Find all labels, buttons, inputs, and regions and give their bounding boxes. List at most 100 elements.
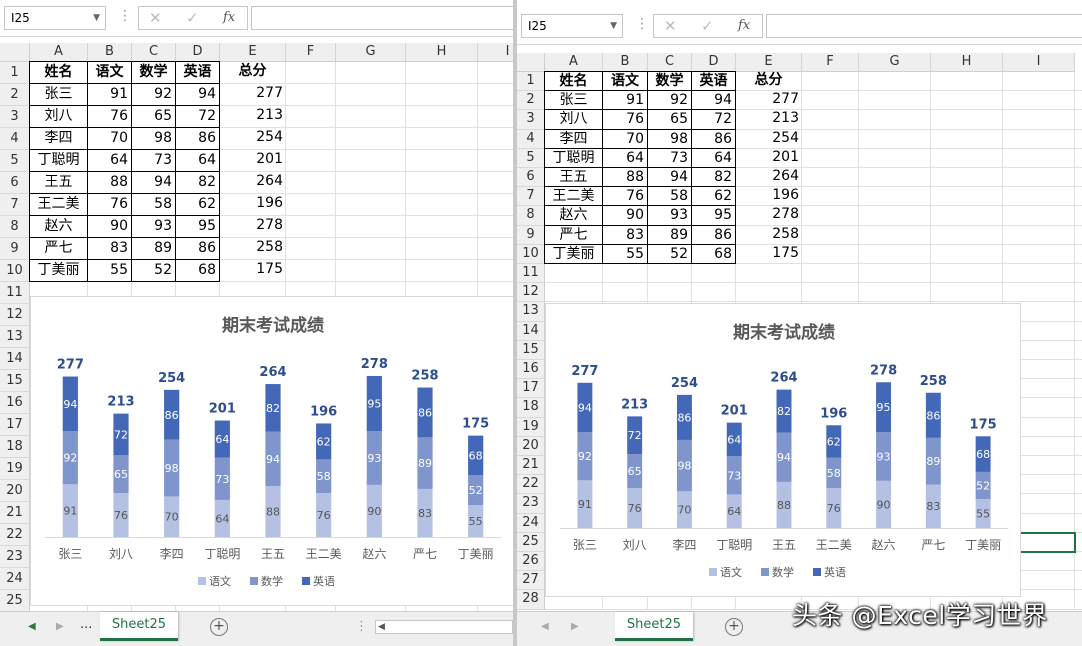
table-cell[interactable]: 55 [602,243,648,264]
table-cell[interactable]: 264 [735,167,802,187]
table-cell[interactable]: 83 [87,237,132,260]
table-cell[interactable]: 264 [219,171,286,194]
row-header-1[interactable]: 1 [517,72,545,92]
table-cell[interactable]: 76 [87,105,132,128]
row-header-26[interactable]: 26 [517,552,545,572]
column-header-I[interactable]: I [1003,53,1075,72]
legend-entry[interactable]: 英语 [824,565,846,579]
table-cell[interactable]: 赵六 [29,215,88,238]
table-cell[interactable]: 68 [691,243,736,264]
row-header-6[interactable]: 6 [517,168,545,188]
next-sheet-icon[interactable]: ▶ [571,621,579,632]
row-header-23[interactable]: 23 [0,546,30,568]
more-sheets-button[interactable]: ... [80,617,92,632]
row-header-11[interactable]: 11 [0,282,30,304]
row-header-22[interactable]: 22 [517,475,545,495]
row-header-4[interactable]: 4 [0,128,30,150]
tab-splitter-icon[interactable]: ⋮ [355,619,368,634]
table-cell[interactable]: 82 [175,171,220,194]
sheet-tab-sheet25[interactable]: Sheet25 [615,612,693,641]
row-header-14[interactable]: 14 [517,321,545,341]
row-header-13[interactable]: 13 [0,326,30,348]
prev-sheet-icon[interactable]: ◀ [28,621,36,632]
prev-sheet-icon[interactable]: ◀ [541,621,549,632]
row-header-11[interactable]: 11 [517,264,545,284]
select-all-corner[interactable] [0,43,30,62]
function-icon[interactable]: fx [223,10,235,25]
table-cell[interactable]: 175 [219,259,286,282]
table-cell[interactable]: 王五 [29,171,88,194]
table-cell[interactable]: 王五 [544,167,603,188]
table-cell[interactable]: 213 [219,105,286,128]
legend-entry[interactable]: 数学 [261,574,283,588]
formula-input[interactable] [766,14,1082,38]
table-cell[interactable]: 95 [175,215,220,238]
row-header-9[interactable]: 9 [517,225,545,245]
table-cell[interactable]: 62 [691,186,736,207]
row-header-21[interactable]: 21 [517,456,545,476]
function-icon[interactable]: fx [738,18,750,33]
table-cell[interactable]: 277 [735,90,802,110]
row-header-19[interactable]: 19 [517,417,545,437]
row-header-3[interactable]: 3 [517,110,545,130]
row-header-22[interactable]: 22 [0,524,30,546]
name-box[interactable]: I25 ▼ [521,14,623,38]
table-cell[interactable]: 赵六 [544,205,603,226]
column-header-A[interactable]: A [30,43,88,62]
table-cell[interactable]: 丁美丽 [29,259,88,282]
table-cell[interactable]: 73 [647,147,692,168]
column-header-G[interactable]: G [859,53,931,72]
table-cell[interactable]: 95 [691,205,736,226]
row-header-8[interactable]: 8 [0,216,30,238]
row-header-17[interactable]: 17 [0,414,30,436]
table-cell[interactable]: 94 [175,83,220,106]
row-header-17[interactable]: 17 [517,379,545,399]
table-cell[interactable]: 65 [647,109,692,130]
row-header-16[interactable]: 16 [517,360,545,380]
row-header-13[interactable]: 13 [517,302,545,322]
row-header-12[interactable]: 12 [517,283,545,303]
table-cell[interactable]: 王二美 [29,193,88,216]
table-cell[interactable]: 86 [691,128,736,149]
row-header-2[interactable]: 2 [0,84,30,106]
table-cell[interactable]: 刘八 [544,109,603,130]
table-cell[interactable]: 58 [647,186,692,207]
row-header-18[interactable]: 18 [0,436,30,458]
table-cell[interactable]: 98 [131,127,176,150]
table-cell[interactable]: 62 [175,193,220,216]
table-cell[interactable]: 98 [647,128,692,149]
table-header-cell[interactable]: 总分 [219,61,286,84]
table-cell[interactable]: 93 [131,215,176,238]
table-cell[interactable]: 201 [219,149,286,172]
row-header-7[interactable]: 7 [0,194,30,216]
table-cell[interactable]: 76 [602,109,648,130]
table-cell[interactable]: 64 [691,147,736,168]
table-cell[interactable]: 76 [87,193,132,216]
row-header-20[interactable]: 20 [517,436,545,456]
table-cell[interactable]: 91 [602,90,648,111]
table-cell[interactable]: 李四 [544,128,603,149]
table-cell[interactable]: 70 [602,128,648,149]
row-header-28[interactable]: 28 [517,590,545,610]
cancel-icon[interactable]: ✕ [664,17,677,35]
table-cell[interactable]: 76 [602,186,648,207]
table-cell[interactable]: 175 [735,244,802,264]
table-cell[interactable]: 64 [602,147,648,168]
legend-entry[interactable]: 语文 [209,574,231,588]
table-cell[interactable]: 70 [87,127,132,150]
enter-icon[interactable]: ✓ [701,17,714,35]
table-cell[interactable]: 258 [219,237,286,260]
column-header-G[interactable]: G [336,43,406,62]
row-header-10[interactable]: 10 [0,260,30,282]
table-cell[interactable]: 89 [131,237,176,260]
table-cell[interactable]: 58 [131,193,176,216]
table-cell[interactable]: 严七 [544,224,603,245]
table-header-cell[interactable]: 总分 [735,71,802,91]
table-cell[interactable]: 254 [735,129,802,149]
row-header-19[interactable]: 19 [0,458,30,480]
add-sheet-icon[interactable]: + [210,618,228,636]
worksheet-grid[interactable]: A B C D E F G H I 1 2 3 4 5 6 7 8 9 10 11 12 13 14 15 16 17 18 19 20… [0,43,513,612]
table-cell[interactable]: 88 [602,167,648,188]
column-header-C[interactable]: C [132,43,176,62]
table-cell[interactable]: 213 [735,109,802,129]
